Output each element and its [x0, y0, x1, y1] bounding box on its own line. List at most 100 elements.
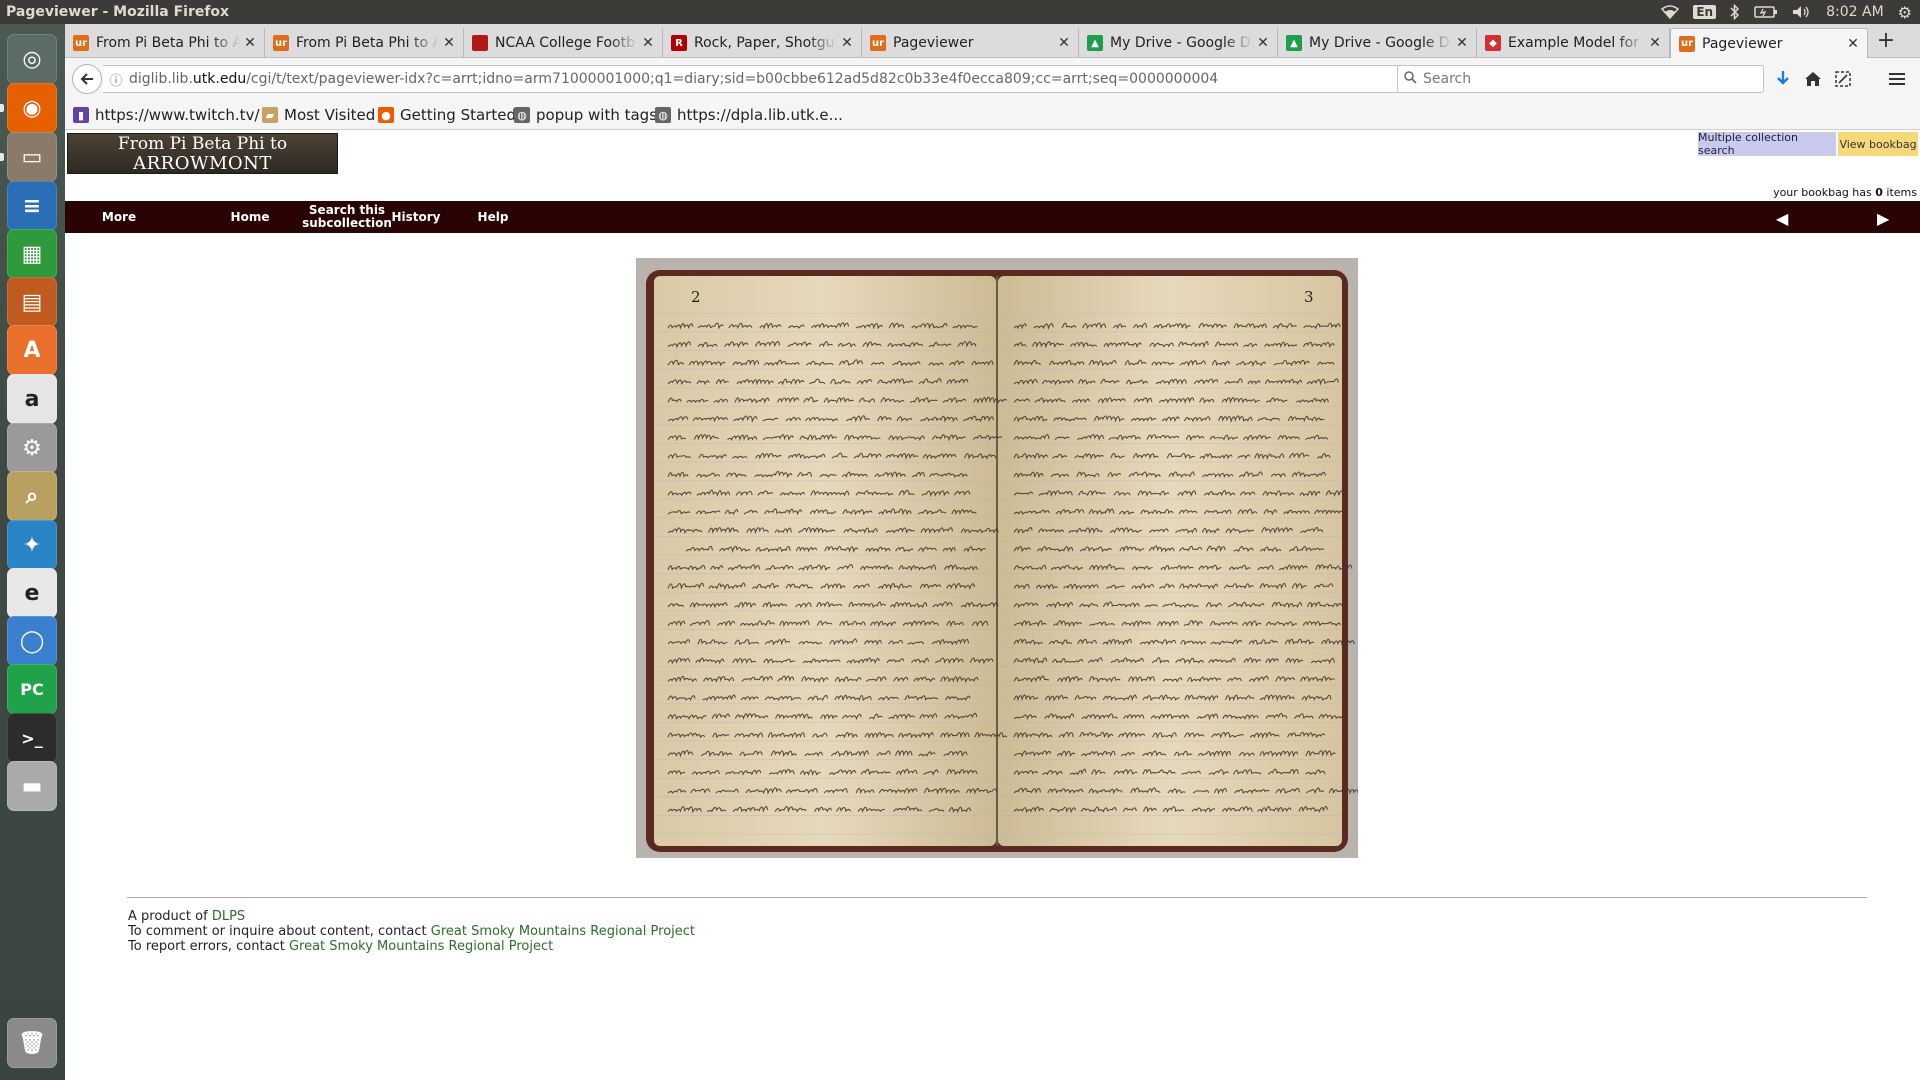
launcher-disk-icon[interactable]: ▬ [7, 761, 57, 811]
bookmark-label: https://www.twitch.tv/ [95, 106, 260, 124]
tab-title: NCAA College Footb [495, 35, 635, 51]
launcher-libreoffice-impress-icon[interactable]: ▤ [7, 277, 57, 327]
contact-content-link[interactable]: Great Smoky Mountains Regional Project [431, 924, 695, 939]
tab-close-icon[interactable]: ✕ [439, 35, 459, 51]
tab-close-icon[interactable]: ✕ [638, 35, 658, 51]
launcher-image-viewer-icon[interactable]: ⌕ [7, 471, 57, 521]
launcher-dash-home-icon[interactable]: ◎ [7, 34, 57, 84]
tab-close-icon[interactable]: ✕ [1253, 35, 1273, 51]
launcher-libreoffice-writer-icon[interactable]: ≡ [7, 181, 57, 231]
download-icon[interactable] [1769, 65, 1797, 93]
search-icon [1404, 70, 1417, 88]
home-icon[interactable] [1799, 65, 1827, 93]
launcher-terminal-icon[interactable]: >_ [7, 713, 57, 763]
launcher-libreoffice-calc-icon[interactable]: ▦ [7, 229, 57, 279]
tab-title: Pageviewer [1702, 35, 1783, 52]
tab-close-icon[interactable]: ✕ [1452, 35, 1472, 51]
browser-tab[interactable]: ▲ My Drive - Google Dri ✕ [1079, 28, 1278, 58]
navigation-toolbar: ⓘ diglib.lib.utk.edu/cgi/t/text/pageview… [65, 58, 1920, 100]
footer-text: To comment or inquire about content, con… [128, 924, 431, 939]
tab-favicon-icon: ▲ [1286, 35, 1302, 51]
left-page-number: 2 [691, 288, 701, 306]
gear-icon[interactable]: ⚙ [1898, 3, 1912, 22]
site-logo[interactable]: From Pi Beta Phi to ARROWMONT [67, 133, 338, 174]
tab-favicon-icon: ur [73, 35, 89, 51]
browser-tab[interactable]: ur Pageviewer ✕ [862, 28, 1079, 58]
info-icon[interactable]: ⓘ [103, 70, 129, 89]
launcher-files-icon[interactable]: ▭ [7, 132, 57, 182]
bookmark-item[interactable]: ▰ Most Visited [262, 106, 375, 124]
launcher-firefox-icon[interactable]: ◉ [7, 83, 57, 133]
hamburger-menu-icon[interactable] [1883, 65, 1911, 93]
bookmark-label: Getting Started [400, 106, 516, 124]
launcher-chromium-icon[interactable]: ◯ [7, 616, 57, 666]
view-bookbag-button[interactable]: View bookbag [1838, 132, 1918, 156]
arrow-left-icon [80, 73, 93, 85]
bookmark-item[interactable]: ▮ https://www.twitch.tv/ [73, 106, 260, 124]
launcher-mono-develop-icon[interactable]: ✦ [7, 520, 57, 570]
tab-close-icon[interactable]: ✕ [837, 35, 857, 51]
new-tab-button[interactable]: + [1871, 30, 1901, 54]
url-prefix: diglib.lib. [129, 71, 193, 87]
launcher-document-viewer-icon[interactable]: e [7, 568, 57, 618]
diary-page-scan-image: 2 3 [636, 258, 1358, 858]
menu-history[interactable]: History [376, 201, 456, 233]
url-path: /cgi/t/text/pageviewer-idx?c=arrt;idno=a… [246, 71, 1219, 87]
tab-title: From Pi Beta Phi to Ar [96, 35, 240, 51]
tab-strip: ur From Pi Beta Phi to Ar ✕ ur From Pi Beta … [65, 24, 1920, 58]
launcher-pycharm-icon[interactable]: PC [7, 664, 57, 714]
back-button[interactable] [72, 64, 102, 94]
tab-title: From Pi Beta Phi to Ar [296, 35, 439, 51]
tab-close-icon[interactable]: ✕ [240, 35, 260, 51]
launcher-software-center-icon[interactable]: A [7, 325, 57, 375]
browser-tab[interactable]: ▲ My Drive - Google Dri ✕ [1278, 28, 1477, 58]
dlps-link[interactable]: DLPS [212, 909, 245, 924]
right-page-number: 3 [1304, 288, 1314, 306]
report-errors-link[interactable]: Great Smoky Mountains Regional Project [289, 939, 553, 954]
multiple-collection-search-button[interactable]: Multiple collection search [1698, 131, 1836, 157]
menu-more[interactable]: More [79, 201, 159, 233]
url-domain: utk.edu [192, 71, 247, 87]
next-page-arrow-icon[interactable]: ▶ [1877, 209, 1889, 228]
tab-favicon-icon: ◆ [1485, 35, 1501, 51]
web-page: From Pi Beta Phi to ARROWMONT Multiple c… [65, 130, 1920, 1080]
screenshot-icon[interactable] [1829, 65, 1857, 93]
battery-icon[interactable] [1754, 5, 1778, 19]
folder-icon: ▰ [262, 107, 278, 123]
tab-close-icon[interactable]: ✕ [1645, 35, 1665, 51]
tab-close-icon[interactable]: ✕ [1843, 36, 1863, 52]
footer-line-2: To comment or inquire about content, con… [128, 924, 695, 939]
browser-tab[interactable]: R Rock, Paper, Shotgun ✕ [663, 28, 862, 58]
bookmark-item[interactable]: ● Getting Started [378, 106, 516, 124]
bookmark-label: https://dpla.lib.utk.e... [677, 106, 843, 124]
previous-page-arrow-icon[interactable]: ◀ [1776, 209, 1788, 228]
wifi-icon[interactable] [1661, 5, 1680, 19]
tab-title: My Drive - Google Dri [1309, 35, 1452, 51]
search-bar[interactable]: Search [1397, 65, 1764, 93]
volume-icon[interactable] [1792, 5, 1812, 19]
tab-favicon-icon: ▲ [1087, 35, 1103, 51]
browser-tab[interactable]: ur From Pi Beta Phi to Ar ✕ [65, 28, 265, 58]
keyboard-layout-indicator[interactable]: En [1693, 5, 1717, 19]
browser-tab[interactable]: ◆ Example Model for 3- ✕ [1477, 28, 1670, 58]
tab-title: Example Model for 3- [1508, 35, 1645, 51]
clock[interactable]: 8:02 AM [1826, 4, 1884, 20]
launcher-trash-icon[interactable]: 🗑 [7, 1018, 57, 1068]
launcher-amazon-icon[interactable]: a [7, 374, 57, 424]
launcher-system-settings-icon[interactable]: ⚙ [7, 423, 57, 473]
browser-tab[interactable]: NCAA College Footb ✕ [464, 28, 663, 58]
globe-icon: ◍ [655, 107, 671, 123]
menu-help[interactable]: Help [453, 201, 533, 233]
bluetooth-icon[interactable] [1730, 4, 1740, 20]
browser-tab[interactable]: ur From Pi Beta Phi to Ar ✕ [265, 28, 464, 58]
bookmarks-toolbar: ▮ https://www.twitch.tv/▰ Most Visited ● Get… [65, 100, 1920, 130]
url-bar[interactable]: ⓘ diglib.lib.utk.edu/cgi/t/text/pageview… [103, 65, 1428, 93]
search-placeholder: Search [1423, 71, 1472, 87]
tab-close-icon[interactable]: ✕ [1054, 35, 1074, 51]
browser-tab[interactable]: ur Pageviewer ✕ [1670, 28, 1868, 58]
url-text: diglib.lib.utk.edu/cgi/t/text/pageviewer… [129, 71, 1218, 87]
bookmark-item[interactable]: ◍ popup with tags [514, 106, 657, 124]
bookmark-item[interactable]: ◍ https://dpla.lib.utk.e... [655, 106, 843, 124]
unity-launcher: ◎ ◉ ▭ ≡ ▦ ▤ Aa ⚙ ⌕ ✦ e ◯ PC >_ ▬ 🗑 [0, 24, 65, 1080]
tab-favicon-icon [472, 35, 488, 51]
